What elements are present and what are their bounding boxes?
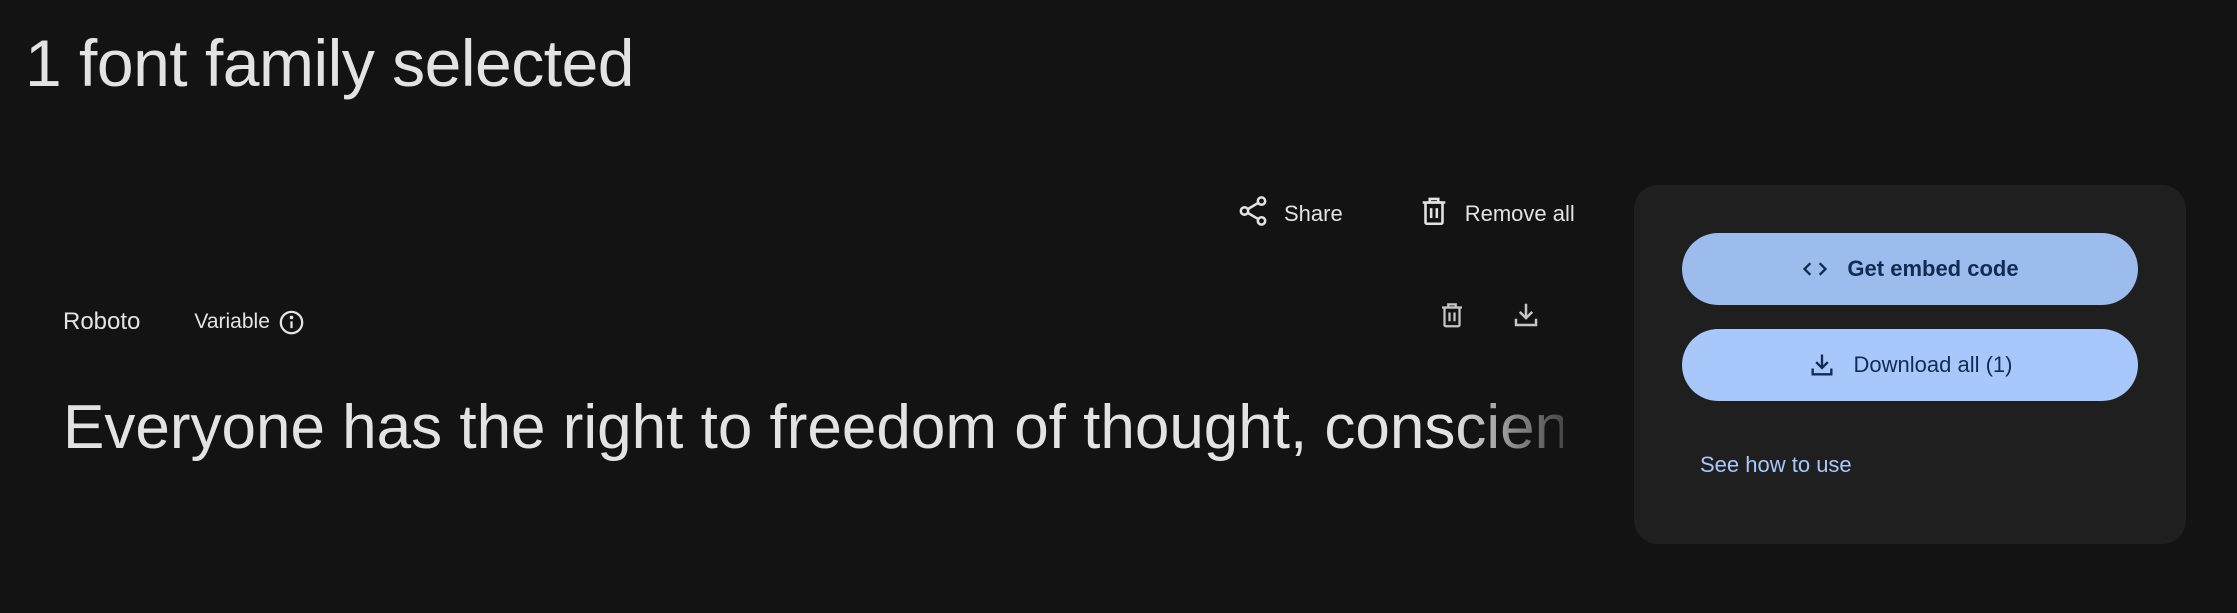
share-button[interactable]: Share <box>1236 194 1343 234</box>
download-all-button[interactable]: Download all (1) <box>1682 329 2138 401</box>
share-icon <box>1236 194 1270 234</box>
download-icon <box>1514 303 1538 327</box>
trash-icon <box>1417 194 1451 234</box>
side-panel: Get embed code Download all (1) See how … <box>1634 185 2186 544</box>
get-embed-code-button[interactable]: Get embed code <box>1682 233 2138 305</box>
share-label: Share <box>1284 201 1343 226</box>
remove-all-label: Remove all <box>1464 201 1575 226</box>
font-family-actions <box>1437 300 1541 330</box>
variable-tag: Variable <box>194 309 305 336</box>
download-all-label: Download all (1) <box>1853 352 2013 377</box>
trash-icon <box>1442 303 1462 328</box>
see-how-to-use-link[interactable]: See how to use <box>1700 452 1852 478</box>
info-icon[interactable] <box>278 309 305 336</box>
download-family-button[interactable] <box>1511 300 1541 330</box>
remove-all-button[interactable]: Remove all <box>1417 194 1575 234</box>
download-icon <box>1808 351 1836 379</box>
page: 1 font family selected Share Remove all … <box>0 0 2237 613</box>
font-preview-text[interactable]: Everyone has the right to freedom of tho… <box>63 392 1563 463</box>
code-icon <box>1801 255 1829 283</box>
variable-label: Variable <box>194 310 270 333</box>
font-family-name[interactable]: Roboto <box>63 308 140 336</box>
remove-family-button[interactable] <box>1437 300 1467 330</box>
top-actions: Share Remove all <box>1236 194 1575 234</box>
page-title: 1 font family selected <box>25 26 634 100</box>
font-family-row: Roboto Variable <box>63 308 305 336</box>
get-embed-code-label: Get embed code <box>1847 256 2019 281</box>
